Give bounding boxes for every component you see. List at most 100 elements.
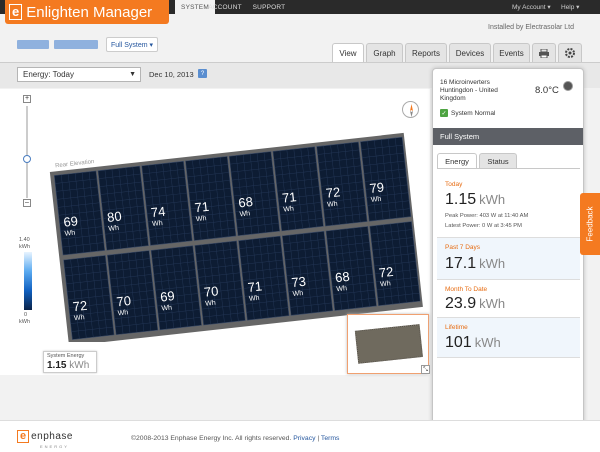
solar-panel[interactable]: 70Wh bbox=[106, 250, 159, 336]
zoom-in-button[interactable]: + bbox=[23, 95, 31, 103]
system-name-redacted bbox=[17, 40, 49, 49]
solar-panel[interactable]: 73Wh bbox=[281, 230, 334, 316]
system-status: System Normal bbox=[451, 109, 496, 117]
stat-unit: kWh bbox=[479, 192, 506, 207]
section-header: Full System bbox=[433, 128, 583, 145]
solar-panel[interactable]: 70Wh bbox=[194, 240, 246, 326]
stat-month-to-date: Month To Date 23.9 kWh bbox=[437, 280, 580, 318]
zoom-slider-track[interactable] bbox=[26, 106, 28, 198]
printer-icon bbox=[539, 48, 549, 58]
solar-panel[interactable]: 74Wh bbox=[141, 160, 193, 246]
scale-min-unit: kWh bbox=[19, 319, 30, 325]
panel-energy-unit: Wh bbox=[371, 196, 382, 204]
solar-panel[interactable]: 69Wh bbox=[53, 170, 106, 256]
solar-panel[interactable]: 80Wh bbox=[97, 165, 149, 251]
system-energy-unit: kWh bbox=[69, 360, 90, 371]
panel-energy-value: 80 bbox=[106, 208, 122, 224]
solar-panel[interactable]: 71Wh bbox=[185, 156, 237, 241]
stat-unit: kWh bbox=[479, 296, 506, 311]
panel-energy-value: 79 bbox=[369, 179, 385, 195]
print-button[interactable] bbox=[532, 43, 556, 62]
panel-energy-value: 70 bbox=[116, 293, 132, 309]
enphase-e-logo-icon: e bbox=[9, 4, 23, 20]
chevron-down-icon: ▼ bbox=[129, 71, 136, 78]
system-name-redacted bbox=[54, 40, 98, 49]
solar-panel[interactable]: 72Wh bbox=[63, 255, 115, 340]
stat-unit: kWh bbox=[479, 256, 506, 271]
panel-energy-unit: Wh bbox=[161, 304, 172, 312]
zoom-out-button[interactable]: – bbox=[23, 199, 31, 207]
panel-energy-unit: Wh bbox=[380, 280, 391, 288]
panel-energy-unit: Wh bbox=[205, 300, 216, 308]
solar-array[interactable]: Rear Elevation 69Wh80Wh74Wh71Wh68Wh71Wh7… bbox=[45, 112, 425, 342]
stat-label: Month To Date bbox=[445, 286, 488, 293]
stat-label: Past 7 Days bbox=[445, 244, 481, 251]
panel-energy-value: 71 bbox=[247, 278, 263, 294]
stat-label: Lifetime bbox=[445, 324, 468, 331]
tab-events[interactable]: Events bbox=[493, 43, 530, 62]
latest-power: Latest Power: 0 W at 3:45 PM bbox=[445, 223, 523, 229]
temperature: 8.0°C bbox=[535, 85, 559, 96]
expand-icon[interactable]: ⤡ bbox=[421, 365, 430, 374]
check-icon: ✓ bbox=[440, 109, 448, 117]
panel-energy-value: 71 bbox=[194, 199, 210, 215]
system-energy-label: System Energy bbox=[47, 353, 85, 359]
selected-date[interactable]: Dec 10, 2013 bbox=[149, 70, 194, 79]
weather-icon bbox=[563, 81, 573, 91]
system-energy-box: System Energy 1.15 kWh bbox=[43, 351, 97, 373]
panel-energy-unit: Wh bbox=[117, 309, 128, 317]
app-title: Enlighten Manager bbox=[26, 3, 153, 21]
panel-energy-unit: Wh bbox=[327, 201, 338, 209]
terms-link[interactable]: Terms bbox=[321, 435, 340, 442]
system-energy-value: 1.15 bbox=[47, 360, 67, 371]
nav-support[interactable]: SUPPORT bbox=[248, 0, 290, 14]
stat-value: 101 bbox=[445, 334, 472, 351]
solar-panel[interactable]: 71Wh bbox=[272, 146, 324, 232]
zoom-slider-handle[interactable] bbox=[23, 155, 31, 163]
copyright-text: ©2008-2013 Enphase Energy Inc. All right… bbox=[131, 435, 292, 442]
solar-panel[interactable]: 68Wh bbox=[228, 151, 281, 237]
help-icon[interactable]: ? bbox=[198, 69, 207, 78]
location-line-2: Kingdom bbox=[440, 95, 466, 102]
panel-energy-value: 72 bbox=[325, 184, 341, 200]
panel-energy-unit: Wh bbox=[249, 295, 260, 303]
solar-panel[interactable]: 79Wh bbox=[360, 136, 412, 222]
minimap[interactable]: ⤡ bbox=[347, 314, 430, 374]
tab-view[interactable]: View bbox=[332, 43, 364, 63]
tab-reports[interactable]: Reports bbox=[405, 43, 447, 62]
panel-energy-value: 71 bbox=[281, 189, 297, 205]
enlighten-logo[interactable]: e Enlighten Manager bbox=[5, 0, 169, 24]
panel-energy-unit: Wh bbox=[152, 220, 163, 228]
nav-account[interactable]: ACCOUNT bbox=[205, 0, 245, 14]
panel-energy-unit: Wh bbox=[292, 290, 303, 298]
solar-panel[interactable]: 71Wh bbox=[238, 235, 290, 321]
solar-panel[interactable]: 69Wh bbox=[150, 245, 202, 331]
panel-energy-value: 68 bbox=[238, 194, 254, 210]
help-menu[interactable]: Help ▾ bbox=[561, 0, 579, 14]
tab-energy[interactable]: Energy bbox=[437, 153, 477, 169]
panel-energy-unit: Wh bbox=[64, 230, 75, 238]
view-selector[interactable]: Full System ▾ bbox=[106, 37, 158, 52]
feedback-button[interactable]: Feedback bbox=[580, 193, 600, 255]
energy-period-select[interactable]: Energy: Today ▼ bbox=[17, 67, 141, 82]
stat-past-7-days: Past 7 Days 17.1 kWh bbox=[437, 238, 580, 280]
tab-devices[interactable]: Devices bbox=[449, 43, 491, 62]
feedback-label: Feedback bbox=[585, 206, 595, 242]
microinverter-count: 16 Microinverters bbox=[440, 79, 490, 86]
privacy-link[interactable]: Privacy bbox=[293, 435, 315, 442]
solar-panel[interactable]: 72Wh bbox=[316, 141, 368, 227]
panel-energy-value: 69 bbox=[159, 288, 175, 304]
solar-panel[interactable]: 68Wh bbox=[325, 226, 377, 311]
panel-energy-unit: Wh bbox=[196, 215, 207, 223]
stat-lifetime: Lifetime 101 kWh bbox=[437, 318, 580, 358]
settings-button[interactable] bbox=[558, 43, 582, 62]
my-account-menu[interactable]: My Account ▾ bbox=[512, 0, 551, 14]
tab-status[interactable]: Status bbox=[479, 153, 517, 168]
tab-graph[interactable]: Graph bbox=[366, 43, 403, 62]
panel-energy-unit: Wh bbox=[283, 205, 294, 213]
scale-min-label: 0 bbox=[24, 312, 28, 318]
solar-panel[interactable]: 72Wh bbox=[369, 221, 421, 307]
energy-select-value: Energy: Today bbox=[23, 70, 74, 79]
enphase-logo[interactable]: e enphase bbox=[17, 430, 73, 443]
installer-credit: Installed by Electrasolar Ltd bbox=[488, 24, 574, 31]
